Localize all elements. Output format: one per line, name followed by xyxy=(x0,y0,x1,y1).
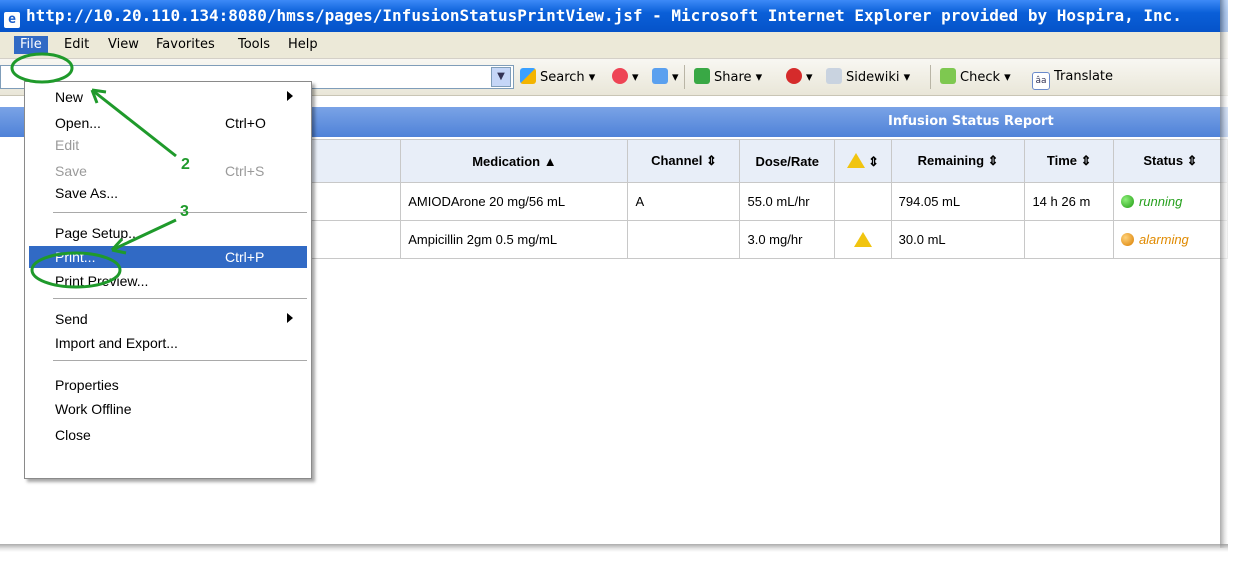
cell-remaining: 30.0 mL xyxy=(890,220,1026,259)
menu-bar: File Edit View Favorites Tools Help xyxy=(0,32,1228,59)
window-title: http://10.20.110.134:8080/hmss/pages/Inf… xyxy=(26,6,1182,25)
menu-help[interactable]: Help xyxy=(282,36,324,54)
menu-separator xyxy=(53,298,307,299)
cell-status: alarming xyxy=(1112,220,1228,259)
cell-remaining: 794.05 mL xyxy=(890,182,1026,221)
cell-channel xyxy=(627,220,741,259)
share-button[interactable]: Share ▾ xyxy=(694,68,762,86)
translate-button[interactable]: âa Translate xyxy=(1032,68,1113,90)
status-running-icon xyxy=(1120,195,1134,208)
menu-item-send[interactable]: Send xyxy=(29,308,307,330)
column-header-time[interactable]: Time ⇕ xyxy=(1024,139,1114,183)
menu-item-close[interactable]: Close xyxy=(29,424,307,446)
browser-window: e http://10.20.110.134:8080/hmss/pages/In… xyxy=(0,0,1228,548)
menu-item-properties[interactable]: Properties xyxy=(29,374,307,396)
table-cell xyxy=(299,182,402,221)
menu-item-work-offline[interactable]: Work Offline xyxy=(29,398,307,420)
title-bar: e http://10.20.110.134:8080/hmss/pages/In… xyxy=(0,0,1228,32)
add-button[interactable]: ▾ xyxy=(652,68,679,86)
callout-step-3: 3 xyxy=(180,203,189,220)
cell-dose-rate: 3.0 mg/hr xyxy=(739,220,835,259)
column-header-medication[interactable]: Medication ▲ xyxy=(400,139,629,183)
table-row[interactable]: Ampicillin 2gm 0.5 mg/mL 3.0 mg/hr 30.0 … xyxy=(299,220,1228,259)
cell-channel: A xyxy=(627,182,741,221)
menu-item-import-export[interactable]: Import and Export... xyxy=(29,332,307,354)
menu-item-edit: Edit xyxy=(55,137,80,153)
status-alarming-icon xyxy=(1120,233,1134,246)
file-menu-dropdown: New Open... Ctrl+O Edit Save Ctrl+S Save A… xyxy=(24,81,312,479)
share-icon xyxy=(694,68,710,84)
spellcheck-icon xyxy=(940,68,956,84)
warning-icon xyxy=(853,231,872,247)
sidewiki-icon xyxy=(826,68,842,84)
menu-item-print-preview[interactable]: Print Preview... xyxy=(29,270,307,292)
table-cell xyxy=(299,220,402,259)
column-header-status[interactable]: Status ⇕ xyxy=(1112,139,1228,183)
menu-item-new[interactable]: New xyxy=(29,86,307,108)
translate-icon: âa xyxy=(1032,72,1050,90)
cell-status: running xyxy=(1112,182,1228,221)
status-text: running xyxy=(1138,194,1183,209)
menu-tools[interactable]: Tools xyxy=(232,36,276,54)
bookmarks-button[interactable]: ▾ xyxy=(612,68,639,86)
column-header-dose-rate[interactable]: Dose/Rate xyxy=(739,139,835,183)
cell-medication: Ampicillin 2gm 0.5 mg/mL xyxy=(400,220,629,259)
infusion-status-table: Medication ▲ Channel ⇕ Dose/Rate ⇕ Remai… xyxy=(299,139,1228,259)
menu-item-print[interactable]: Print... Ctrl+P xyxy=(29,246,307,268)
column-header-remaining[interactable]: Remaining ⇕ xyxy=(890,139,1026,183)
column-header-channel[interactable]: Channel ⇕ xyxy=(627,139,741,183)
search-button[interactable]: Search ▾ xyxy=(520,68,595,86)
toolbar-separator xyxy=(930,65,931,89)
report-title: Infusion Status Report xyxy=(888,114,1054,129)
sidewiki-button[interactable]: Sidewiki ▾ xyxy=(826,68,910,86)
table-header-blank xyxy=(299,139,402,183)
sort-icon: ⇕ xyxy=(868,153,880,169)
plus-icon xyxy=(652,68,668,84)
menu-item-save-as[interactable]: Save As... xyxy=(29,182,307,204)
menu-item-open[interactable]: Open... Ctrl+O xyxy=(29,112,307,134)
cell-medication: AMIODArone 20 mg/56 mL xyxy=(400,182,629,221)
menu-item-save: Save Ctrl+S xyxy=(55,163,265,179)
menu-edit[interactable]: Edit xyxy=(58,36,95,54)
cell-dose-rate: 55.0 mL/hr xyxy=(739,182,835,221)
address-dropdown-button[interactable]: ▼ xyxy=(491,67,511,87)
popup-blocker-icon xyxy=(786,68,802,84)
table-row[interactable]: AMIODArone 20 mg/56 mL A 55.0 mL/hr 794.… xyxy=(299,182,1228,221)
status-text: alarming xyxy=(1138,232,1189,247)
cell-time xyxy=(1024,220,1114,259)
ie-logo-icon: e xyxy=(4,12,20,28)
column-header-alert[interactable]: ⇕ xyxy=(833,139,892,183)
cell-time: 14 h 26 m xyxy=(1024,182,1114,221)
table-header-row: Medication ▲ Channel ⇕ Dose/Rate ⇕ Remai… xyxy=(299,139,1228,183)
callout-step-2: 2 xyxy=(181,156,190,173)
spellcheck-button[interactable]: Check ▾ xyxy=(940,68,1011,86)
cell-alert xyxy=(833,220,892,259)
menu-view[interactable]: View xyxy=(102,36,145,54)
menu-separator xyxy=(53,360,307,361)
page-shadow xyxy=(1220,0,1228,548)
menu-item-page-setup[interactable]: Page Setup... xyxy=(29,222,307,244)
block-button[interactable]: ▾ xyxy=(786,68,813,86)
menu-file[interactable]: File xyxy=(14,36,48,54)
bookmarks-icon xyxy=(612,68,628,84)
cell-alert xyxy=(833,182,892,221)
menu-favorites[interactable]: Favorites xyxy=(150,36,221,54)
search-icon xyxy=(520,68,536,84)
page-shadow xyxy=(0,544,1228,552)
toolbar-separator xyxy=(684,65,685,89)
submenu-arrow-icon xyxy=(287,313,293,323)
submenu-arrow-icon xyxy=(287,91,293,101)
warning-icon xyxy=(846,152,865,168)
